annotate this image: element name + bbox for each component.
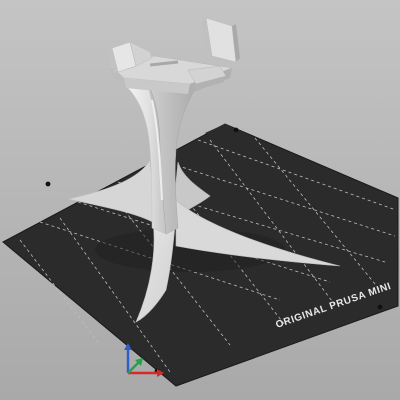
bed-hole xyxy=(377,304,383,310)
bed-hole xyxy=(233,127,239,133)
3d-viewport[interactable]: ORIGINAL PRUSA MINI xyxy=(0,0,400,400)
3d-scene[interactable]: ORIGINAL PRUSA MINI xyxy=(0,0,400,400)
bed-hole xyxy=(45,181,51,187)
